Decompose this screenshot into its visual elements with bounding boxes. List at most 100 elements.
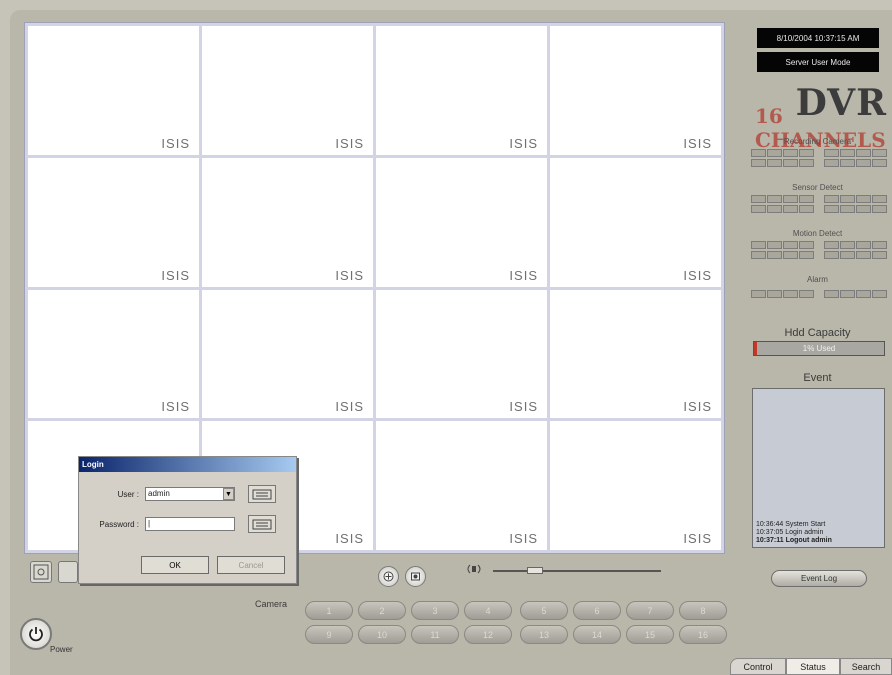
video-cell[interactable]: ISIS [550,289,721,419]
led [751,195,766,203]
video-cell[interactable]: ISIS [376,157,547,287]
camera-button-6[interactable]: 6 [573,601,621,620]
ok-button[interactable]: OK [141,556,209,574]
led [872,241,887,249]
video-cell[interactable]: ISIS [28,289,199,419]
led [783,159,798,167]
motion-leds [751,241,887,249]
hdd-capacity-text: 1% Used [802,344,836,353]
led [783,290,798,298]
led [767,241,782,249]
led [856,159,871,167]
zoom-in-button[interactable] [378,566,399,587]
camera-button-1[interactable]: 1 [305,601,353,620]
dvr-app: ISIS ISIS ISIS ISIS ISIS ISIS ISIS ISIS … [0,0,892,675]
camera-button-4[interactable]: 4 [464,601,512,620]
power-label: Power [50,645,73,654]
camera-button-3[interactable]: 3 [411,601,459,620]
video-cell[interactable]: ISIS [28,157,199,287]
cancel-button[interactable]: Cancel [217,556,285,574]
led [872,205,887,213]
video-cell[interactable]: ISIS [550,421,721,550]
video-cell[interactable]: ISIS [28,26,199,155]
led [824,205,839,213]
record-button[interactable] [405,566,426,587]
camera-button-7[interactable]: 7 [626,601,674,620]
camera-button-15[interactable]: 15 [626,625,674,644]
video-cell[interactable]: ISIS [376,26,547,155]
user-select[interactable]: admin [145,487,235,501]
led [840,195,855,203]
watermark: ISIS [509,399,538,415]
password-keyboard-button[interactable] [248,515,276,533]
volume-slider[interactable] [493,570,661,572]
tab-search[interactable]: Search [840,658,892,675]
video-cell[interactable]: ISIS [550,157,721,287]
watermark: ISIS [509,531,538,546]
led [872,290,887,298]
video-cell[interactable]: ISIS [202,289,373,419]
led [783,195,798,203]
user-label: User : [117,490,139,499]
led [824,251,839,259]
led [856,290,871,298]
volume-slider-thumb[interactable] [527,567,543,574]
camera-button-14[interactable]: 14 [573,625,621,644]
chevron-down-icon[interactable]: ▼ [223,488,234,500]
zoom-button[interactable] [30,561,52,583]
led [856,149,871,157]
led [799,205,814,213]
led [840,251,855,259]
camera-button-10[interactable]: 10 [358,625,406,644]
power-button[interactable] [20,618,52,650]
video-cell[interactable]: ISIS [376,289,547,419]
motion-leds [751,251,887,259]
camera-button-11[interactable]: 11 [411,625,459,644]
led [799,149,814,157]
led [840,205,855,213]
led [767,205,782,213]
speaker-icon [466,561,486,582]
video-cell[interactable]: ISIS [202,157,373,287]
user-keyboard-button[interactable] [248,485,276,503]
camera-button-5[interactable]: 5 [520,601,568,620]
watermark: ISIS [335,531,364,546]
camera-button-13[interactable]: 13 [520,625,568,644]
event-log-button[interactable]: Event Log [771,570,867,587]
record-icon [411,572,420,581]
led [840,149,855,157]
recording-camera-label: Recording Camera [783,137,852,146]
led [840,290,855,298]
login-title: Login [79,457,296,472]
password-field[interactable]: | [145,517,235,531]
alarm-label: Alarm [807,275,828,284]
led [824,290,839,298]
layout-button[interactable] [58,561,78,583]
login-dialog: Login User : admin ▼ Password : | OK Can… [78,456,297,584]
password-label: Password : [99,520,139,529]
led [751,205,766,213]
camera-button-2[interactable]: 2 [358,601,406,620]
led [799,159,814,167]
led [856,251,871,259]
video-cell[interactable]: ISIS [202,26,373,155]
recording-leds [751,149,887,157]
user-mode-display: Server User Mode [757,52,879,72]
camera-button-8[interactable]: 8 [679,601,727,620]
led [751,251,766,259]
led [767,251,782,259]
video-cell[interactable]: ISIS [376,421,547,550]
camera-button-9[interactable]: 9 [305,625,353,644]
led [799,241,814,249]
tab-status[interactable]: Status [786,658,840,675]
watermark: ISIS [335,399,364,415]
video-cell[interactable]: ISIS [550,26,721,155]
tab-control[interactable]: Control [730,658,786,675]
led [799,290,814,298]
event-list[interactable]: 10:36:44 System Start 10:37:05 Login adm… [752,388,885,548]
led [783,205,798,213]
camera-button-16[interactable]: 16 [679,625,727,644]
watermark: ISIS [161,267,190,283]
camera-button-12[interactable]: 12 [464,625,512,644]
led [872,149,887,157]
